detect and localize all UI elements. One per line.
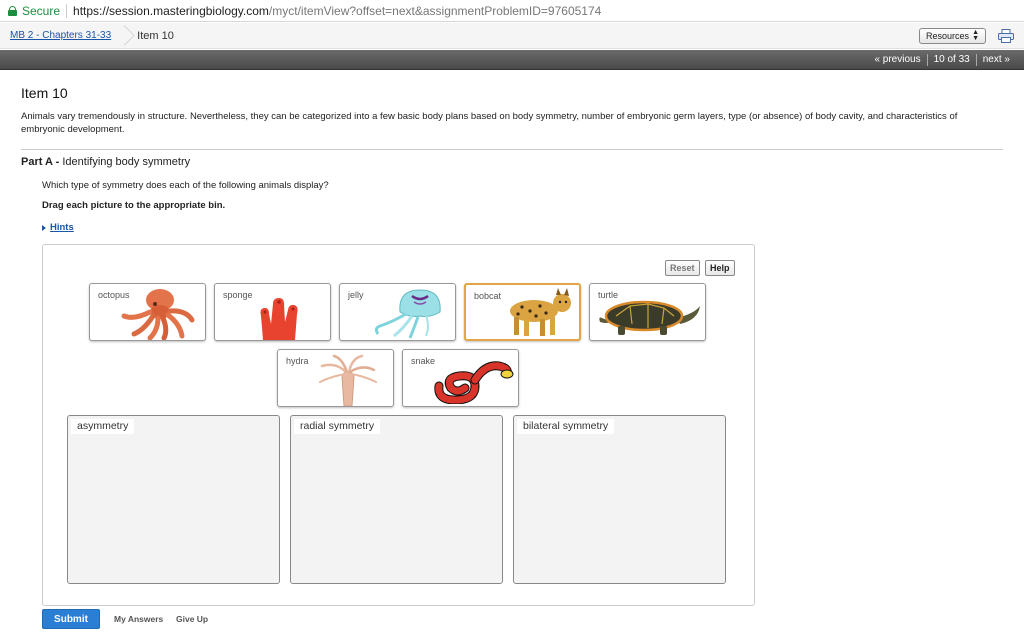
bin-label: radial symmetry bbox=[294, 419, 381, 434]
card-label: jelly bbox=[348, 290, 364, 300]
lock-icon bbox=[8, 5, 17, 16]
jellyfish-image bbox=[374, 289, 441, 339]
breadcrumb-chevron-icon bbox=[117, 23, 129, 49]
breadcrumb-course-link[interactable]: MB 2 - Chapters 31-33 bbox=[10, 30, 111, 41]
resources-dropdown[interactable]: Resources ▲ ▼ bbox=[919, 28, 986, 44]
instruction-text: Drag each picture to the appropriate bin… bbox=[42, 200, 226, 211]
card-label: hydra bbox=[286, 356, 309, 366]
card-turtle[interactable]: turtle bbox=[589, 283, 706, 341]
url-path[interactable]: /myct/itemView?offset=next&assignmentPro… bbox=[269, 4, 601, 18]
pager-bar: « previous 10 of 33 next » bbox=[0, 50, 1024, 70]
card-octopus[interactable]: octopus bbox=[89, 283, 206, 341]
intro-text: Animals vary tremendously in structure. … bbox=[21, 111, 958, 135]
card-label: bobcat bbox=[474, 291, 502, 301]
card-label: sponge bbox=[223, 290, 253, 300]
bin-bilateral-symmetry[interactable]: bilateral symmetry bbox=[513, 415, 726, 584]
next-link[interactable]: next » bbox=[977, 54, 1016, 65]
sponge-image bbox=[260, 298, 298, 340]
hints-label: Hints bbox=[50, 222, 74, 233]
card-bobcat[interactable]: bobcat bbox=[464, 283, 581, 341]
divider bbox=[21, 149, 1003, 150]
updown-arrows-icon: ▲ ▼ bbox=[972, 29, 979, 42]
octopus-image bbox=[121, 289, 195, 340]
drag-drop-panel: Reset Help octopus sponge jelly bobcat t… bbox=[42, 244, 755, 606]
help-button[interactable]: Help bbox=[705, 260, 735, 276]
disclosure-triangle-icon bbox=[42, 224, 46, 231]
breadcrumb: MB 2 - Chapters 31-33 Item 10 Resources … bbox=[0, 23, 1024, 49]
submit-button[interactable]: Submit bbox=[42, 609, 100, 629]
previous-link[interactable]: « previous bbox=[868, 54, 926, 65]
snake-image bbox=[434, 361, 514, 404]
secure-label: Secure bbox=[22, 3, 61, 18]
breadcrumb-current: Item 10 bbox=[137, 29, 174, 42]
bobcat-image bbox=[510, 288, 571, 336]
url-divider bbox=[66, 3, 68, 18]
bin-radial-symmetry[interactable]: radial symmetry bbox=[290, 415, 503, 584]
bin-asymmetry[interactable]: asymmetry bbox=[67, 415, 280, 584]
address-bar[interactable]: Secure https://session.masteringbiology.… bbox=[0, 0, 1024, 22]
part-title: Identifying body symmetry bbox=[62, 156, 191, 168]
page-title: Item 10 bbox=[21, 85, 68, 101]
hydra-image bbox=[319, 354, 377, 406]
hints-toggle[interactable]: Hints bbox=[42, 222, 74, 233]
card-jelly[interactable]: jelly bbox=[339, 283, 456, 341]
turtle-image bbox=[599, 300, 700, 335]
give-up-link[interactable]: Give Up bbox=[176, 614, 208, 624]
question-text: Which type of symmetry does each of the … bbox=[42, 180, 329, 191]
my-answers-link[interactable]: My Answers bbox=[114, 614, 163, 624]
card-sponge[interactable]: sponge bbox=[214, 283, 331, 341]
bin-label: asymmetry bbox=[71, 419, 135, 434]
part-prefix: Part A - bbox=[21, 156, 63, 168]
print-icon[interactable] bbox=[998, 29, 1014, 43]
card-snake[interactable]: snake bbox=[402, 349, 519, 407]
part-heading: Part A - Identifying body symmetry bbox=[21, 156, 190, 168]
bin-label: bilateral symmetry bbox=[517, 419, 615, 434]
resources-label: Resources bbox=[926, 31, 970, 41]
card-hydra[interactable]: hydra bbox=[277, 349, 394, 407]
pager-position: 10 of 33 bbox=[933, 54, 970, 65]
url-host[interactable]: https://session.masteringbiology.com bbox=[73, 4, 269, 18]
reset-button[interactable]: Reset bbox=[665, 260, 700, 276]
